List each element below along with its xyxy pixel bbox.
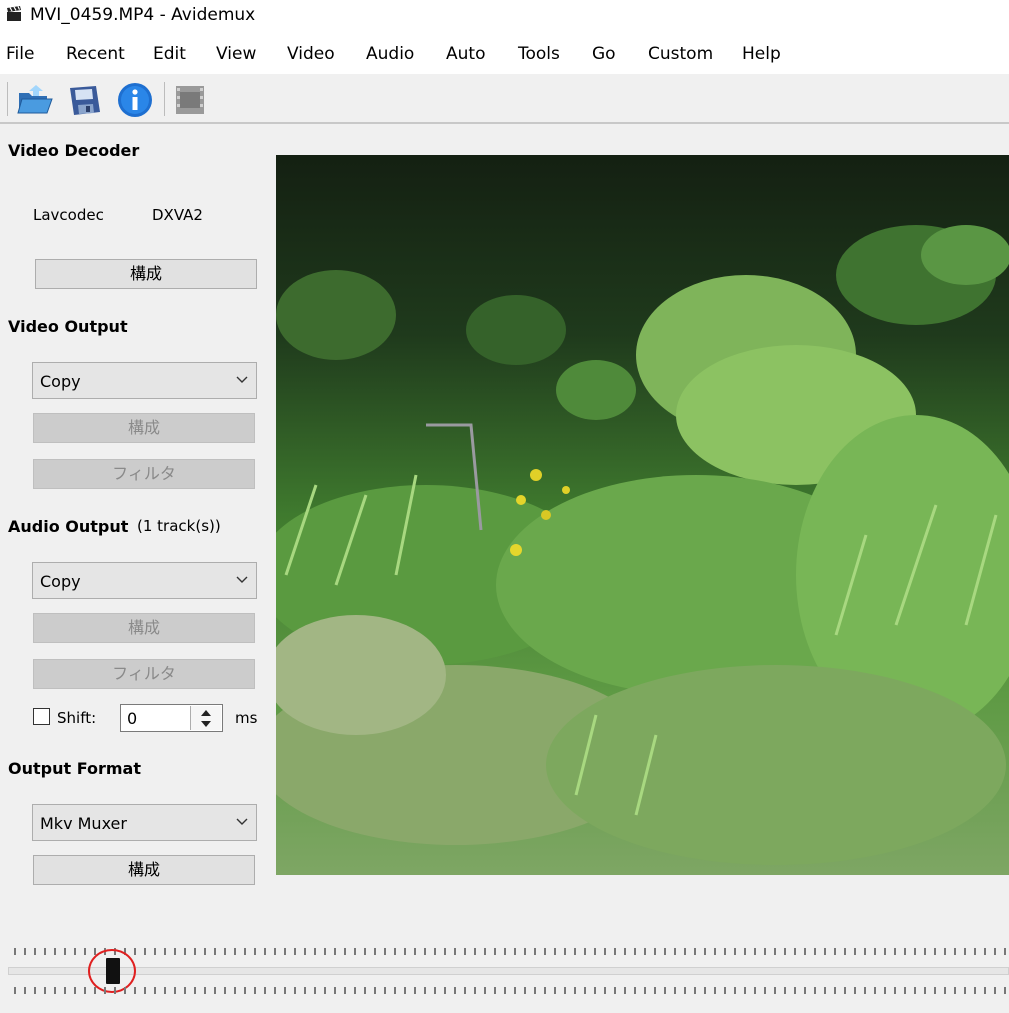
video-output-select[interactable]: Copy (32, 362, 257, 399)
video-output-heading: Video Output (8, 317, 128, 336)
menu-tools[interactable]: Tools (518, 44, 560, 64)
video-configure-button[interactable]: 構成 (33, 413, 255, 443)
decoder-configure-button[interactable]: 構成 (35, 259, 257, 289)
menu-view[interactable]: View (216, 44, 256, 64)
output-format-heading: Output Format (8, 759, 141, 778)
title-bar: MVI_0459.MP4 - Avidemux (0, 0, 1009, 34)
shift-label: Shift: (57, 709, 97, 727)
menu-custom[interactable]: Custom (648, 44, 713, 64)
audio-configure-button[interactable]: 構成 (33, 613, 255, 643)
menu-help[interactable]: Help (742, 44, 781, 64)
info-icon (118, 83, 152, 117)
open-folder-icon (17, 85, 53, 114)
video-output-selected: Copy (40, 372, 81, 391)
menu-edit[interactable]: Edit (153, 44, 186, 64)
shift-value: 0 (127, 709, 138, 728)
audio-output-selected: Copy (40, 572, 81, 591)
save-disk-icon (70, 86, 100, 115)
format-configure-button[interactable]: 構成 (33, 855, 255, 885)
toolbar (0, 74, 1009, 124)
window-title: MVI_0459.MP4 - Avidemux (30, 5, 256, 25)
video-frame-image (276, 155, 1009, 875)
shift-spinbox[interactable]: 0 (120, 704, 223, 732)
audio-output-heading: Audio Output (8, 517, 129, 536)
toolbar-separator (7, 82, 8, 116)
menu-bar: File Recent Edit View Video Audio Auto T… (0, 34, 1009, 75)
video-filters-button[interactable]: フィルタ (33, 459, 255, 489)
spin-buttons[interactable] (190, 706, 221, 730)
output-format-selected: Mkv Muxer (40, 814, 127, 833)
properties-button[interactable] (172, 82, 210, 118)
timeline-ticks-bottom (14, 987, 1009, 995)
arrow-up-icon[interactable] (200, 709, 212, 717)
audio-filters-button[interactable]: フィルタ (33, 659, 255, 689)
timeline-ticks-top (14, 948, 1009, 956)
timeline-track[interactable] (8, 967, 1009, 975)
arrow-down-icon[interactable] (200, 720, 212, 728)
open-button[interactable] (16, 82, 54, 118)
menu-audio[interactable]: Audio (366, 44, 414, 64)
video-preview[interactable] (276, 155, 1009, 875)
shift-checkbox[interactable] (33, 708, 50, 725)
audio-output-select[interactable]: Copy (32, 562, 257, 599)
clapperboard-icon (7, 6, 21, 21)
timeline-slider[interactable] (0, 930, 1009, 1013)
film-properties-icon (176, 86, 204, 114)
chevron-down-icon (236, 376, 248, 383)
output-format-select[interactable]: Mkv Muxer (32, 804, 257, 841)
save-button[interactable] (66, 82, 104, 118)
chevron-down-icon (236, 576, 248, 583)
menu-auto[interactable]: Auto (446, 44, 485, 64)
video-decoder-heading: Video Decoder (8, 141, 140, 160)
chevron-down-icon (236, 818, 248, 825)
decoder-hw-label: DXVA2 (152, 206, 203, 224)
audio-track-count: (1 track(s)) (137, 517, 221, 535)
info-button[interactable] (116, 82, 154, 118)
menu-video[interactable]: Video (287, 44, 335, 64)
shift-unit-label: ms (235, 709, 258, 727)
decoder-codec-label: Lavcodec (33, 206, 104, 224)
toolbar-separator (164, 82, 165, 116)
menu-file[interactable]: File (6, 44, 34, 64)
menu-recent[interactable]: Recent (66, 44, 125, 64)
menu-go[interactable]: Go (592, 44, 616, 64)
